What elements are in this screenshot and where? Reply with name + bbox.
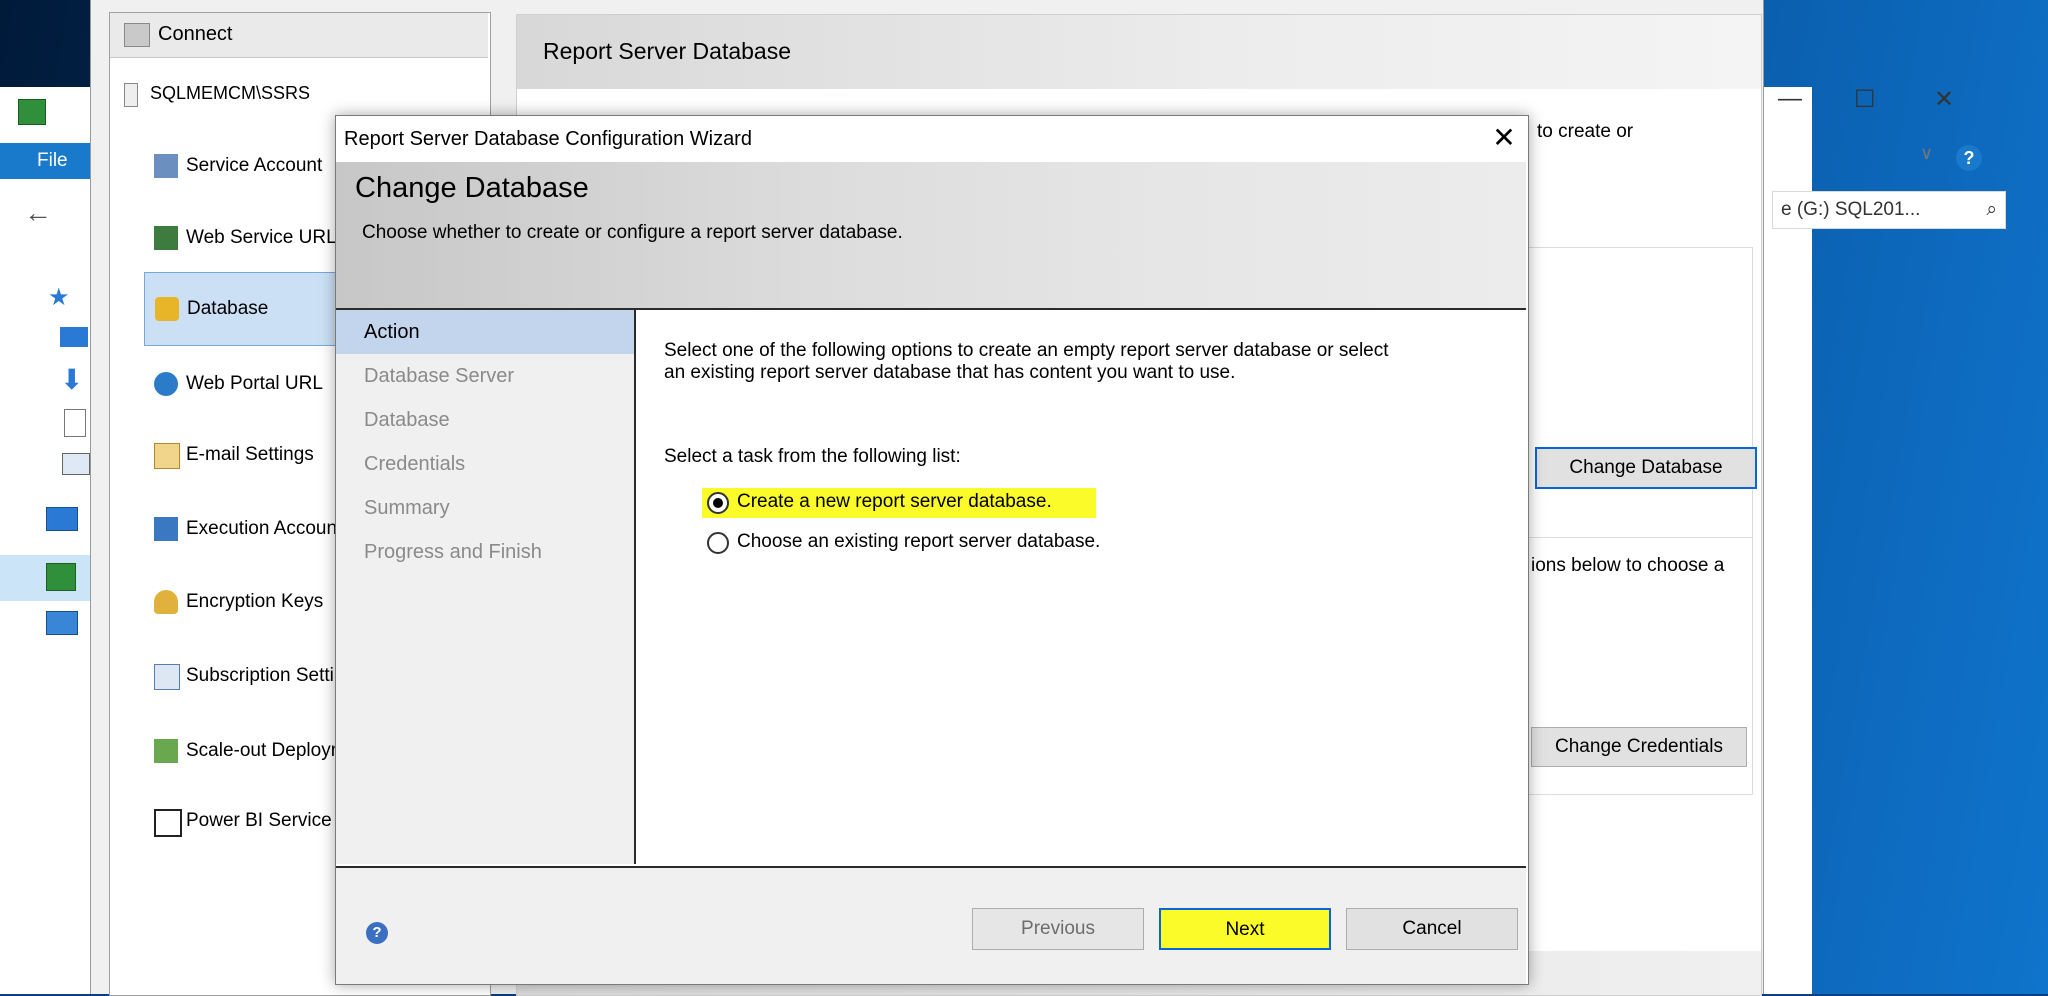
change-credentials-button[interactable]: Change Credentials xyxy=(1531,727,1747,767)
minimize-button[interactable]: — xyxy=(1778,85,1802,113)
server-name: SQLMEMCM\SSRS xyxy=(150,83,311,103)
step-action: Action xyxy=(336,310,634,354)
option-create-new-label[interactable]: Create a new report server database. xyxy=(737,491,1052,513)
connect-icon xyxy=(124,23,150,47)
subscription-icon xyxy=(154,664,180,690)
dialog-header: Change Database Choose whether to create… xyxy=(336,162,1526,310)
wizard-footer: ? Previous Next Cancel xyxy=(336,866,1526,984)
help-icon[interactable]: ? xyxy=(366,922,388,944)
step-database-server: Database Server xyxy=(364,365,515,387)
step-database: Database xyxy=(364,409,450,431)
computer-icon xyxy=(46,507,78,531)
step-credentials: Credentials xyxy=(364,453,466,475)
current-database-group xyxy=(1527,247,1753,539)
search-box[interactable]: e (G:) SQL201... ⌕ xyxy=(1772,191,2006,229)
maximize-button[interactable]: ☐ xyxy=(1854,85,1876,114)
step-summary: Summary xyxy=(364,497,450,519)
connect-bar: Connect xyxy=(110,13,488,58)
star-icon: ★ xyxy=(48,284,70,311)
nav-label: E-mail Settings xyxy=(186,444,314,465)
scale-out-icon xyxy=(154,739,178,763)
dialog-close-button[interactable]: ✕ xyxy=(1486,120,1522,156)
connect-button[interactable]: Connect xyxy=(158,23,233,46)
radio-create-new[interactable] xyxy=(707,492,729,514)
page-subheading: Choose whether to create or configure a … xyxy=(362,222,903,243)
help-icon[interactable]: ? xyxy=(1956,145,1982,171)
app-icon xyxy=(18,99,46,125)
nav-label: Service Account xyxy=(186,155,323,176)
search-icon: ⌕ xyxy=(1986,199,1997,220)
wizard-steps-pane: Action Database Server Database Credenti… xyxy=(336,310,636,864)
key-icon xyxy=(154,590,178,614)
change-database-button[interactable]: Change Database xyxy=(1535,447,1757,489)
page-heading: Change Database xyxy=(355,172,589,204)
nav-label: Web Service URL xyxy=(186,227,337,248)
nav-label: Database xyxy=(187,298,269,319)
nav-label: Subscription Setti xyxy=(186,665,334,686)
desktop-icon xyxy=(60,327,88,347)
database-icon xyxy=(155,297,179,321)
picture-icon xyxy=(62,453,90,475)
step-progress-finish: Progress and Finish xyxy=(364,541,542,563)
previous-button[interactable]: Previous xyxy=(972,908,1144,950)
globe-icon xyxy=(154,372,178,396)
wizard-content: Select one of the following options to c… xyxy=(636,310,1526,864)
main-panel-title: Report Server Database xyxy=(517,15,1761,89)
download-icon: ⬇ xyxy=(60,364,84,395)
dialog-title: Report Server Database Configuration Wiz… xyxy=(336,116,1528,162)
config-wizard-dialog: Report Server Database Configuration Wiz… xyxy=(335,115,1529,985)
instructions-line-1: Select one of the following options to c… xyxy=(664,340,1389,361)
credentials-description: ions below to choose a xyxy=(1531,555,1725,576)
cancel-button[interactable]: Cancel xyxy=(1346,908,1518,950)
email-icon xyxy=(154,443,180,469)
instructions-line-2: an existing report server database that … xyxy=(664,362,1236,383)
selected-drive-row[interactable] xyxy=(0,555,90,601)
next-button[interactable]: Next xyxy=(1159,908,1331,950)
nav-label: Encryption Keys xyxy=(186,591,324,612)
execution-account-icon xyxy=(154,517,178,541)
web-service-icon xyxy=(154,226,178,250)
main-description-text: to create or xyxy=(1537,121,1634,142)
search-text: e (G:) SQL201... xyxy=(1781,199,1921,220)
network-icon xyxy=(46,611,78,635)
back-arrow-icon[interactable]: ← xyxy=(24,197,52,229)
nav-label: Power BI Service xyxy=(186,810,332,831)
nav-label: Web Portal URL xyxy=(186,373,323,394)
nav-label: Scale-out Deployn xyxy=(186,740,342,761)
power-bi-icon xyxy=(154,809,182,837)
document-icon xyxy=(64,409,86,437)
chevron-down-icon[interactable]: ∨ xyxy=(1920,143,1933,164)
server-icon xyxy=(124,83,138,107)
nav-label: Execution Accoun xyxy=(186,518,338,539)
task-label: Select a task from the following list: xyxy=(664,446,961,467)
radio-choose-existing[interactable] xyxy=(707,532,729,554)
close-button[interactable]: ✕ xyxy=(1934,85,1954,114)
drive-icon xyxy=(46,563,76,591)
service-account-icon xyxy=(154,154,178,178)
option-choose-existing-label[interactable]: Choose an existing report server databas… xyxy=(737,531,1100,553)
